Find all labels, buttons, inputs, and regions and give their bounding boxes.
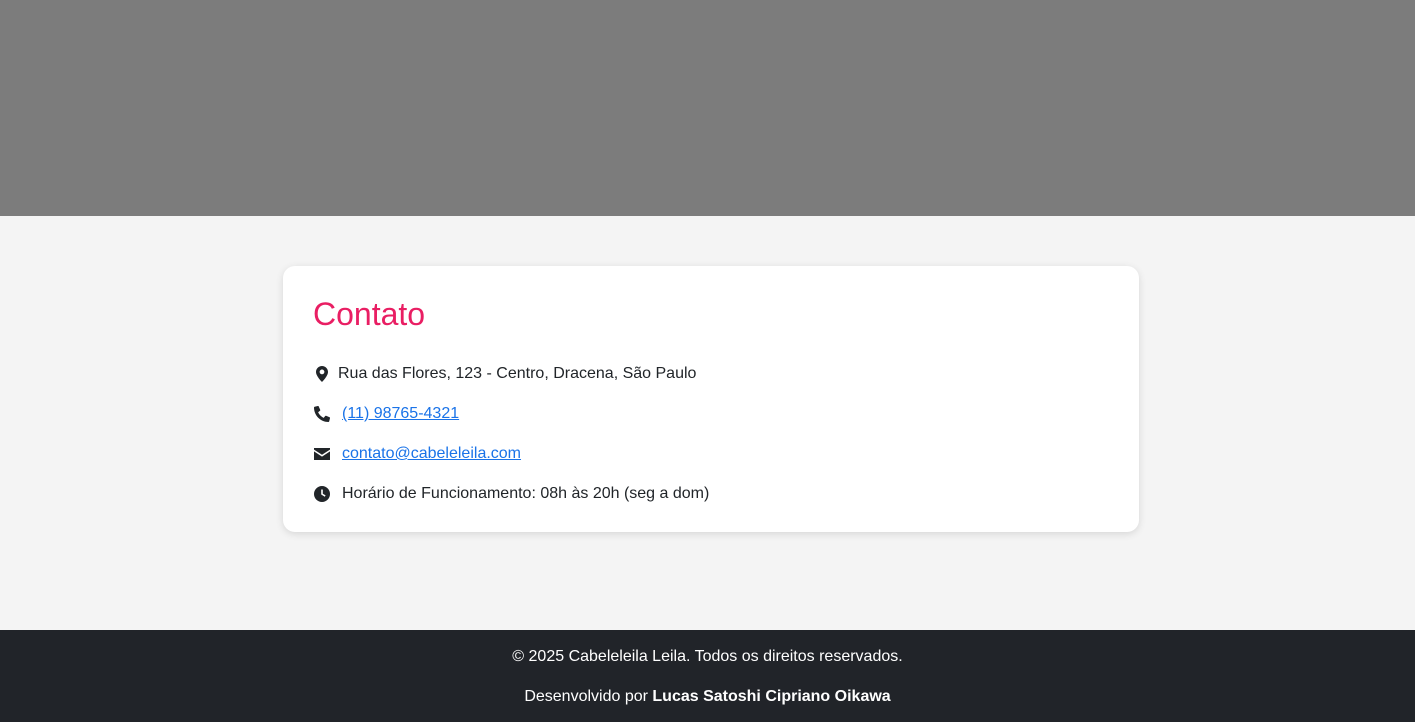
hours-text: Horário de Funcionamento: 08h às 20h (se…	[342, 485, 710, 502]
hours-row: Horário de Funcionamento: 08h às 20h (se…	[313, 474, 1109, 514]
phone-icon	[313, 405, 331, 423]
hero-banner	[0, 0, 1415, 216]
address-row: Rua das Flores, 123 - Centro, Dracena, S…	[313, 354, 1109, 394]
page: Contato Rua das Flores, 123 - Centro, Dr…	[0, 0, 1415, 722]
developer-name: Lucas Satoshi Cipriano Oikawa	[652, 688, 891, 705]
developer-prefix: Desenvolvido por	[524, 688, 653, 705]
contact-title: Contato	[313, 296, 426, 332]
contact-card: Contato Rua das Flores, 123 - Centro, Dr…	[283, 266, 1139, 532]
copyright-text: © 2025 Cabeleleila Leila. Todos os direi…	[512, 648, 903, 665]
map-marker-icon	[313, 365, 331, 383]
clock-icon	[313, 485, 331, 503]
phone-row: (11) 98765-4321	[313, 394, 1109, 434]
address-text: Rua das Flores, 123 - Centro, Dracena, S…	[338, 365, 697, 382]
phone-link[interactable]: (11) 98765-4321	[342, 405, 459, 423]
developer-credit: Desenvolvido por Lucas Satoshi Cipriano …	[0, 688, 1415, 706]
main-section: Contato Rua das Flores, 123 - Centro, Dr…	[0, 216, 1415, 630]
footer: © 2025 Cabeleleila Leila. Todos os direi…	[0, 630, 1415, 722]
email-row: contato@cabeleleila.com	[313, 434, 1109, 474]
envelope-icon	[313, 445, 331, 463]
email-link[interactable]: contato@cabeleleila.com	[342, 445, 521, 463]
